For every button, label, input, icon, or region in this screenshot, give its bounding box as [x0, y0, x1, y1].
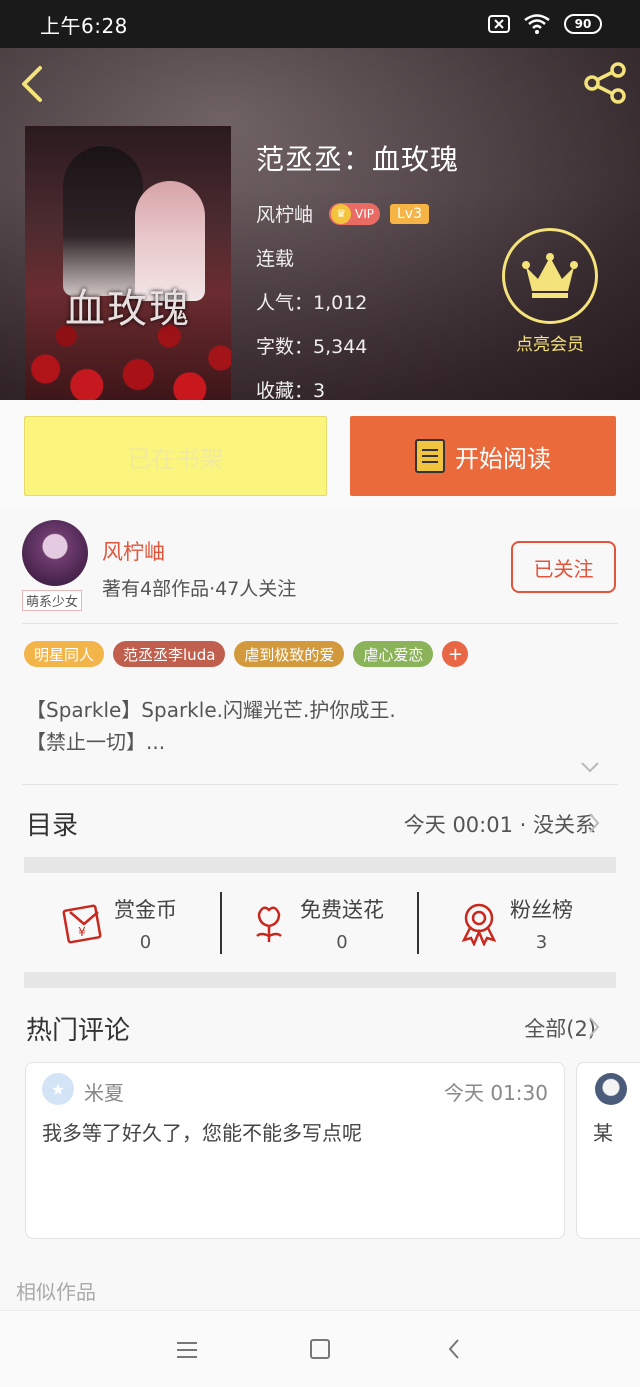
vip-label: VIP: [355, 206, 374, 221]
book-popularity: 人气：1,012: [256, 292, 368, 314]
cover-title-art: 血玫瑰: [65, 286, 191, 332]
battery-level: 90: [574, 17, 592, 31]
member-button[interactable]: 点亮会员: [500, 228, 600, 355]
stat-label: 粉丝榜: [510, 898, 573, 922]
chevron-right-icon[interactable]: [588, 1016, 600, 1038]
menu-icon[interactable]: [176, 1341, 198, 1359]
section-separator: [24, 857, 616, 873]
sim-off-icon: [488, 15, 510, 33]
comment-card[interactable]: ★ 米夏 今天 01:30 我多等了好久了，您能不能多写点呢: [25, 1062, 565, 1239]
comments-title: 热门评论: [26, 1016, 131, 1046]
comment-user: 米夏: [84, 1081, 124, 1105]
stat-value: 0: [336, 932, 348, 953]
fan-ranking[interactable]: 粉丝榜 3: [456, 874, 573, 972]
back-icon[interactable]: [16, 64, 48, 104]
stat-divider: [417, 892, 419, 954]
book-author-row: 风柠岫 ♛ VIP Lv3: [256, 200, 459, 227]
status-icons: 90: [488, 14, 602, 34]
shelf-button[interactable]: 已在书架: [24, 416, 327, 496]
stat-value: 0: [139, 932, 152, 953]
send-flower[interactable]: 免费送花 0: [246, 874, 384, 972]
action-bar: 已在书架 开始阅读: [0, 400, 640, 510]
book-title: 范丞丞：血玫瑰: [256, 143, 460, 176]
book-favorites: 收藏：3: [256, 380, 326, 400]
level-badge: Lv3: [390, 203, 429, 224]
cover-figure-left: [63, 146, 143, 296]
author-block: 萌系少女 风柠岫 著有4部作品·47人关注 已关注: [0, 510, 640, 624]
all-comments-link[interactable]: 全部(2): [524, 1013, 596, 1043]
chevron-down-icon[interactable]: [580, 760, 600, 774]
book-description[interactable]: 【Sparkle】Sparkle.闪耀光芒.护你成王. 【禁止一切】...: [26, 694, 396, 758]
member-crown-circle: [502, 228, 598, 324]
book-icon: [415, 439, 445, 473]
svg-text:¥: ¥: [78, 925, 86, 939]
book-status: 连载: [256, 248, 295, 270]
book-cover-image[interactable]: 血玫瑰: [25, 126, 231, 400]
default-avatar-icon: ★: [42, 1073, 74, 1105]
stats-row: ¥ 赏金币 0 免费送花 0 粉丝榜 3: [0, 874, 640, 972]
user-avatar: [595, 1073, 627, 1105]
book-author[interactable]: 风柠岫: [256, 200, 313, 227]
book-detail-page: 上午6:28 90 血玫瑰 范丞丞：血玫瑰 风柠岫 ♛ VIP Lv3 连载 人气…: [0, 0, 640, 1387]
tag-item[interactable]: 虐心爱恋: [353, 641, 434, 667]
comment-time: 今天 01:30: [444, 1081, 548, 1105]
divider: [22, 623, 618, 624]
red-envelope-icon: ¥: [62, 904, 102, 944]
author-stats: 著有4部作品·47人关注: [102, 578, 297, 600]
stat-label: 赏金币: [114, 898, 177, 922]
book-info: 范丞丞：血玫瑰 风柠岫 ♛ VIP Lv3 连载 人气：1,012 字数：5,34…: [256, 138, 459, 400]
book-header: 血玫瑰 范丞丞：血玫瑰 风柠岫 ♛ VIP Lv3 连载 人气：1,012 字数：…: [0, 48, 640, 400]
crown-icon: ♛: [331, 203, 352, 224]
status-time: 上午6:28: [40, 13, 128, 38]
similar-works-title: 相似作品: [16, 1280, 96, 1304]
start-reading-button[interactable]: 开始阅读: [350, 416, 616, 496]
stat-divider: [220, 892, 222, 954]
start-reading-label: 开始阅读: [455, 444, 551, 473]
tag-list: 明星同人 范丞丞李luda 虐到极致的爱 虐心爱恋 +: [24, 641, 469, 667]
nav-back-icon[interactable]: [448, 1338, 460, 1360]
description-line-1: 【Sparkle】Sparkle.闪耀光芒.护你成王.: [26, 698, 396, 722]
tag-item[interactable]: 明星同人: [24, 641, 105, 667]
tag-item[interactable]: 范丞丞李luda: [113, 641, 226, 667]
book-word-count: 字数：5,344: [256, 336, 368, 358]
comment-text: 我多等了好久了，您能不能多写点呢: [42, 1121, 362, 1145]
home-icon[interactable]: [310, 1339, 330, 1359]
member-label: 点亮会员: [516, 335, 584, 355]
description-line-2: 【禁止一切】...: [26, 730, 166, 754]
comment-card[interactable]: 某: [576, 1062, 640, 1239]
catalog-title: 目录: [26, 811, 79, 841]
author-name[interactable]: 风柠岫: [102, 536, 165, 566]
stat-label: 免费送花: [300, 898, 384, 922]
section-separator: [24, 972, 616, 988]
battery-icon: 90: [564, 14, 602, 34]
catalog-row[interactable]: 目录 今天 00:01 · 没关系: [0, 785, 640, 857]
tag-item[interactable]: 虐到极致的爱: [234, 641, 345, 667]
stat-value: 3: [535, 932, 548, 953]
reward-coins[interactable]: ¥ 赏金币 0: [60, 874, 177, 972]
medal-icon: [461, 903, 497, 946]
follow-button[interactable]: 已关注: [511, 541, 616, 593]
system-nav-bar: [0, 1310, 640, 1387]
latest-chapter: 今天 00:01 · 没关系: [403, 813, 596, 837]
status-bar: 上午6:28 90: [0, 0, 640, 48]
chevron-right-icon: [589, 813, 600, 833]
avatar-tag: 萌系少女: [22, 590, 83, 611]
comment-text: 某: [593, 1121, 613, 1145]
crown-icon: [522, 253, 578, 298]
author-avatar[interactable]: [22, 520, 88, 586]
wifi-icon: [524, 14, 550, 34]
share-icon[interactable]: [582, 60, 628, 106]
vip-badge: ♛ VIP: [329, 202, 380, 225]
flower-icon: [256, 906, 282, 942]
more-tags-button[interactable]: +: [442, 641, 469, 667]
